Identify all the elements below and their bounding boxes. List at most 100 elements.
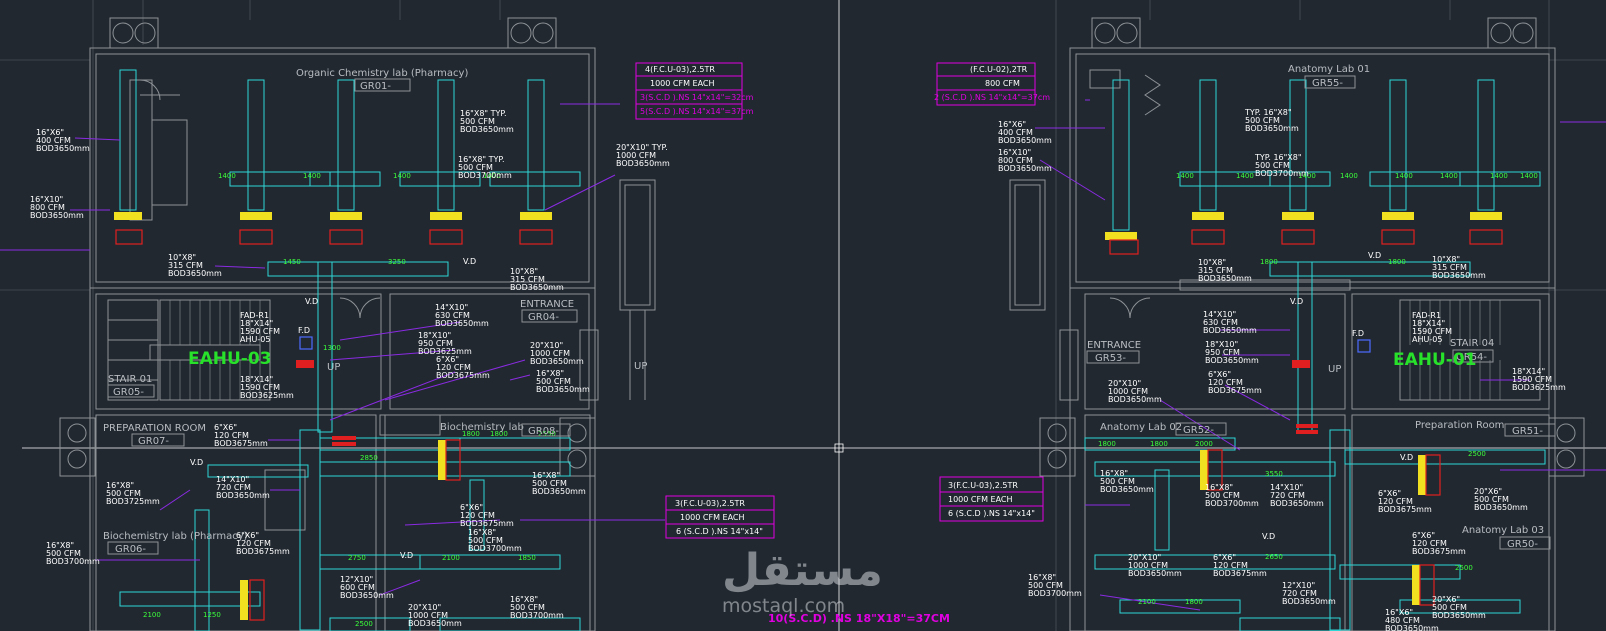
svg-text:6 (S.C.D ).NS 14"x14": 6 (S.C.D ).NS 14"x14" <box>676 527 763 536</box>
duct-size-label-line: BOD3650mm <box>1108 395 1162 404</box>
duct-size-label: 16"X8" TYP.500 CFMBOD3700mm <box>458 155 512 180</box>
duct-size-label-line: BOD3700mm <box>468 544 522 553</box>
dim-label: 2750 <box>348 554 366 562</box>
duct-size-label: 16"X8"500 CFMBOD3700mm <box>510 595 564 620</box>
fire-damper-label: F.D <box>1352 329 1364 338</box>
duct-size-label-line: BOD3650mm <box>1245 124 1299 133</box>
duct-size-label-line: BOD3650mm <box>1282 597 1336 606</box>
room-code: GR53- <box>1095 353 1126 364</box>
duct-size-label-line: BOD3625mm <box>1512 383 1566 392</box>
fcu-schedule-box-3: 3(F.C.U-03),2.5TR 1000 CFM EACH 6 (S.C.D… <box>665 495 775 539</box>
duct-size-label-line: BOD3650mm <box>168 269 222 278</box>
room-preparation-right: Preparation Room <box>1415 420 1504 431</box>
duct-size-label-line: BOD3650mm <box>30 211 84 220</box>
duct-size-label: 10"X8"315 CFMBOD3650mm <box>1432 255 1486 280</box>
duct-size-label-line: BOD3650mm <box>1100 485 1154 494</box>
svg-text:1000 CFM EACH: 1000 CFM EACH <box>680 513 745 522</box>
volume-damper-label: V.D <box>400 551 413 560</box>
duct-size-label: 6"X6"120 CFMBOD3675mm <box>236 531 290 556</box>
dim-label: 1400 <box>1440 172 1458 180</box>
duct-size-label-line: BOD3700mm <box>458 171 512 180</box>
duct-size-label: 18"X14"1590 CFMBOD3625mm <box>240 375 294 400</box>
duct-size-label: 14"X10"720 CFMBOD3650mm <box>216 475 270 500</box>
duct-size-label-line: BOD3650mm <box>530 357 584 366</box>
duct-size-label-line: BOD3650mm <box>1128 569 1182 578</box>
svg-text:1000 CFM EACH: 1000 CFM EACH <box>650 79 715 88</box>
dim-label: 2100 <box>1138 598 1156 606</box>
stair-up-label: UP <box>327 362 340 373</box>
duct-size-label-line: BOD3675mm <box>1378 505 1432 514</box>
volume-damper-label: V.D <box>1262 532 1275 541</box>
duct-size-label-line: BOD3650mm <box>998 136 1052 145</box>
room-code: GR07- <box>138 436 169 447</box>
dim-label: 1400 <box>1176 172 1194 180</box>
duct-size-label-line: BOD3650mm <box>536 385 590 394</box>
fire-damper-label: F.D <box>298 326 310 335</box>
duct-size-label-line: BOD3675mm <box>236 547 290 556</box>
dim-label: 3550 <box>1265 470 1283 478</box>
dim-label: 1800 <box>1098 440 1116 448</box>
duct-size-label: 6"X6"120 CFMBOD3675mm <box>1208 370 1262 395</box>
duct-size-label-line: BOD3650mm <box>408 619 462 628</box>
dim-label: 1850 <box>518 554 536 562</box>
dim-label: 2500 <box>1455 564 1473 572</box>
duct-size-label: 12"X10"600 CFMBOD3650mm <box>340 575 394 600</box>
duct-size-label-line: BOD3650mm <box>1385 624 1439 631</box>
dim-label: 1400 <box>1490 172 1508 180</box>
duct-size-label-line: BOD3700mm <box>46 557 100 566</box>
duct-size-label-line: BOD3650mm <box>36 144 90 153</box>
stair-up-label: UP <box>634 361 647 372</box>
room-code: GR08- <box>528 426 559 437</box>
duct-size-label-line: BOD3625mm <box>240 391 294 400</box>
svg-text:800 CFM: 800 CFM <box>985 79 1020 88</box>
dim-label: 1400 <box>1520 172 1538 180</box>
duct-size-label-line: BOD3675mm <box>1208 386 1262 395</box>
duct-size-label: 18"X10"950 CFMBOD3625mm <box>418 331 472 356</box>
duct-size-label: 14"X10"630 CFMBOD3650mm <box>435 303 489 328</box>
duct-size-label-line: BOD3650mm <box>216 491 270 500</box>
duct-size-label-line: BOD3700mm <box>510 611 564 620</box>
dim-label: 3250 <box>388 258 406 266</box>
duct-size-label: 16"X8"500 CFMBOD3700mm <box>468 528 522 553</box>
duct-size-label-line: BOD3675mm <box>1213 569 1267 578</box>
room-code: GR50- <box>1507 539 1538 550</box>
dim-label: 2650 <box>1265 553 1283 561</box>
fad-label-right: FAD-R1 18"X14" 1590 CFM AHU-05 <box>1412 311 1452 344</box>
duct-size-label-line: BOD3650mm <box>998 164 1052 173</box>
duct-size-label: 20"X10"1000 CFMBOD3650mm <box>1128 553 1182 578</box>
stair-up-label: UP <box>1328 364 1341 375</box>
duct-size-label-line: BOD3700mm <box>1205 499 1259 508</box>
room-entrance-left: ENTRANCE <box>520 299 574 310</box>
dim-label: 1400 <box>1236 172 1254 180</box>
svg-text:1000 CFM EACH: 1000 CFM EACH <box>948 495 1013 504</box>
duct-size-label-line: BOD3650mm <box>460 125 514 134</box>
duct-size-label: 16"X8"500 CFMBOD3650mm <box>532 471 586 496</box>
duct-size-label: 20"X6"500 CFMBOD3650mm <box>1432 595 1486 620</box>
duct-size-label-line: BOD3700mm <box>1255 169 1309 178</box>
dim-label: 1450 <box>283 258 301 266</box>
room-anatomy-02: Anatomy Lab 02 <box>1100 422 1182 433</box>
room-code: GR52- <box>1183 425 1214 436</box>
dim-label: 2000 <box>1195 440 1213 448</box>
dim-label: 1300 <box>323 344 341 352</box>
duct-size-label-line: BOD3700mm <box>1028 589 1082 598</box>
volume-damper-label: V.D <box>1290 297 1303 306</box>
duct-size-label-line: BOD3650mm <box>1432 611 1486 620</box>
svg-text:4(F.C.U-03),2.5TR: 4(F.C.U-03),2.5TR <box>645 65 715 74</box>
duct-size-label: 20"X10"1000 CFMBOD3650mm <box>530 341 584 366</box>
room-code: GR51- <box>1512 426 1543 437</box>
duct-size-label-line: BOD3675mm <box>436 371 490 380</box>
room-stair-01: STAIR 01 <box>108 374 152 385</box>
dim-label: 1400 <box>1395 172 1413 180</box>
duct-size-label: 12"X10"720 CFMBOD3650mm <box>1282 581 1336 606</box>
volume-damper-label: V.D <box>1400 453 1413 462</box>
duct-size-label: 6"X6"120 CFMBOD3675mm <box>1412 531 1466 556</box>
dim-label: 1250 <box>203 611 221 619</box>
duct-size-label: 6"X6"120 CFMBOD3675mm <box>1213 553 1267 578</box>
dim-label: 2500 <box>1468 450 1486 458</box>
watermark: مستقل mostaql.com <box>722 545 883 617</box>
dim-label: 1800 <box>1150 440 1168 448</box>
duct-size-label: 16"X8"500 CFMBOD3700mm <box>46 541 100 566</box>
duct-size-label: 20"X10" TYP.1000 CFMBOD3650mm <box>616 143 670 168</box>
room-code: GR55- <box>1312 78 1343 89</box>
